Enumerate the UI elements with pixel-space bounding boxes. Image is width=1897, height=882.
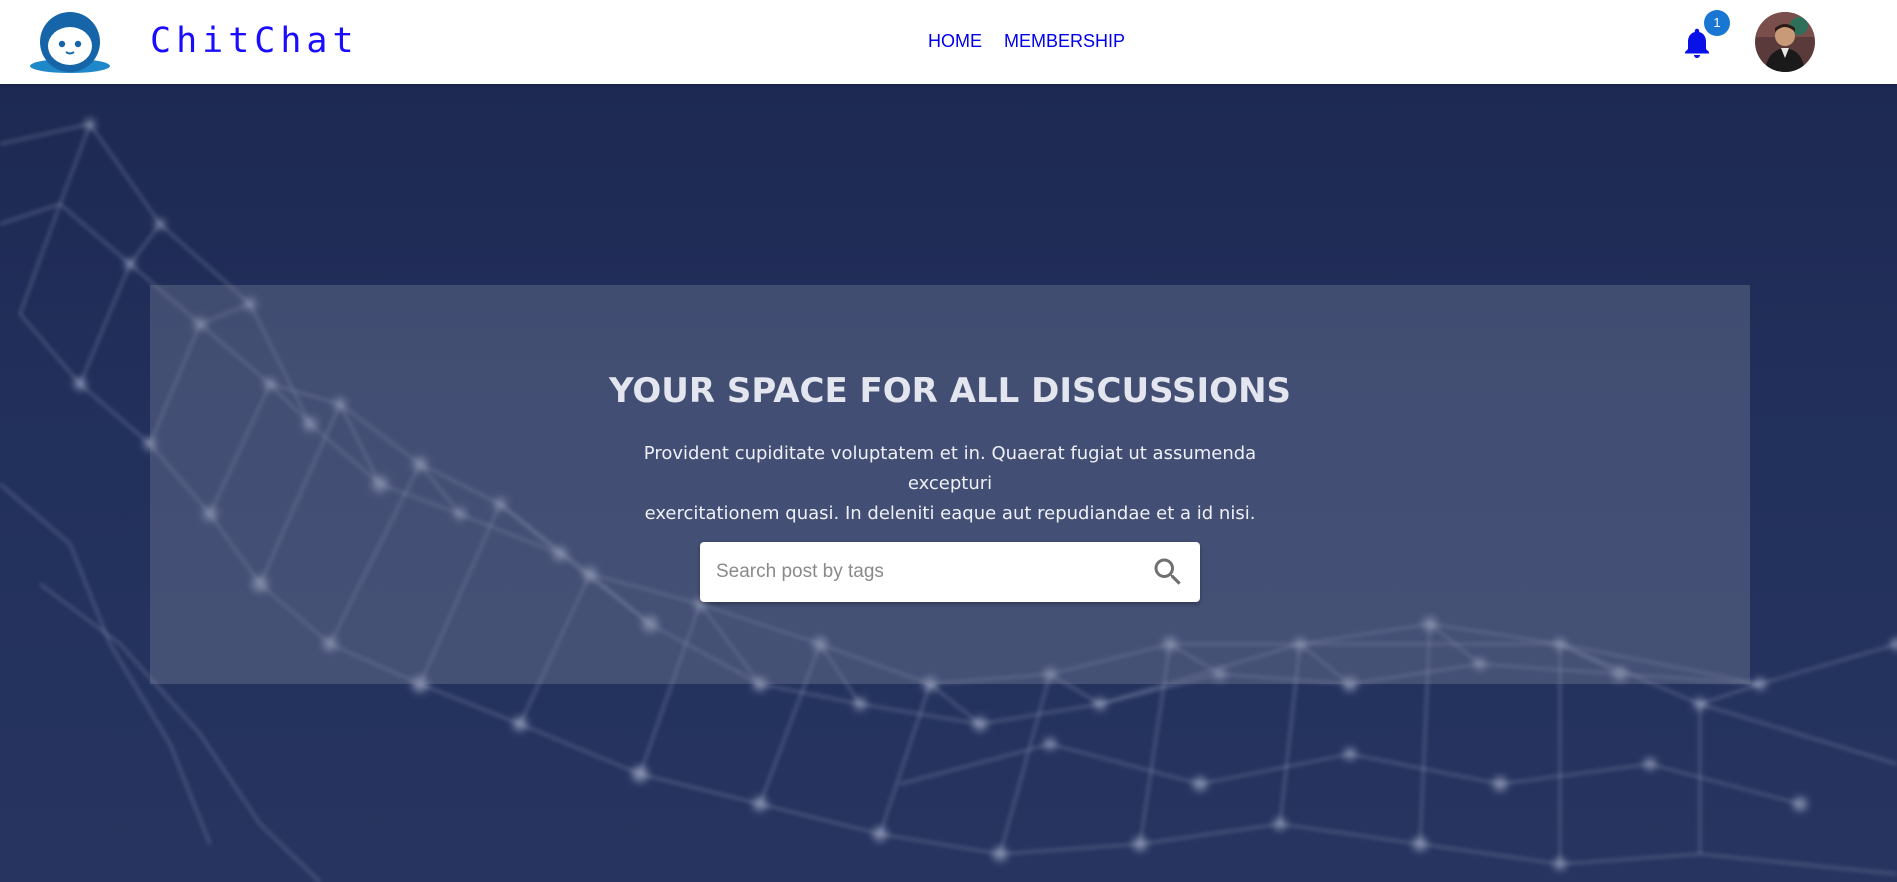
hero-subtitle: Provident cupiditate voluptatem et in. Q…: [600, 439, 1300, 529]
nav-link-home[interactable]: HOME: [928, 30, 982, 52]
hero-section: YOUR SPACE FOR ALL DISCUSSIONS Provident…: [0, 84, 1897, 882]
search-icon[interactable]: [1150, 554, 1186, 590]
hero-subtitle-line-2: exercitationem quasi. In deleniti eaque …: [644, 503, 1256, 524]
hero-panel: YOUR SPACE FOR ALL DISCUSSIONS Provident…: [150, 285, 1750, 684]
brand-name[interactable]: ChitChat: [150, 17, 359, 65]
notification-count-badge: 1: [1704, 10, 1730, 36]
chat-bot-logo-icon[interactable]: [28, 8, 112, 76]
avatar-image: [1755, 12, 1815, 72]
hero-subtitle-line-1: Provident cupiditate voluptatem et in. Q…: [643, 443, 1257, 494]
page: ChitChat HOME MEMBERSHIP 1 YOUR SPACE FO…: [0, 0, 1897, 882]
top-navbar: ChitChat HOME MEMBERSHIP 1: [0, 0, 1897, 84]
nav-link-membership[interactable]: MEMBERSHIP: [1004, 30, 1125, 52]
tag-search-input[interactable]: [700, 542, 1130, 602]
main-nav: HOME MEMBERSHIP: [928, 30, 1125, 52]
hero-title: YOUR SPACE FOR ALL DISCUSSIONS: [608, 371, 1292, 411]
tag-search-box: [700, 542, 1200, 602]
user-avatar[interactable]: [1755, 12, 1815, 72]
